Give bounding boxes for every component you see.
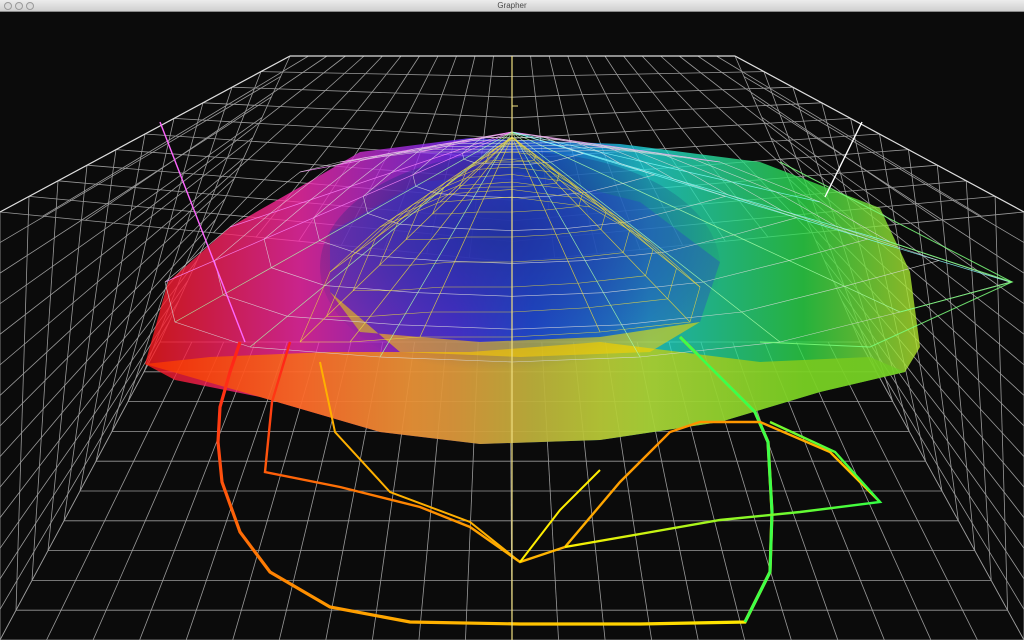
window-title: Grapher [497,1,527,10]
grid-back-left-wall [173,118,513,139]
grid-left-wall [0,76,281,243]
locus-inner-green [564,420,883,549]
grid-back-left-wall [260,71,513,77]
grapher-window: Grapher [0,0,1024,640]
title-bar[interactable]: Grapher [0,0,1024,12]
gamut-volume [145,138,920,444]
grid-back-right-wall [511,118,851,139]
grid-back-right-wall [511,102,822,119]
grid-back-right-wall [511,71,764,77]
grid-back-left-wall [202,102,513,119]
grid-left-wall [0,321,170,610]
3d-scene[interactable] [0,12,1024,640]
3d-plot-canvas[interactable] [0,12,1024,640]
